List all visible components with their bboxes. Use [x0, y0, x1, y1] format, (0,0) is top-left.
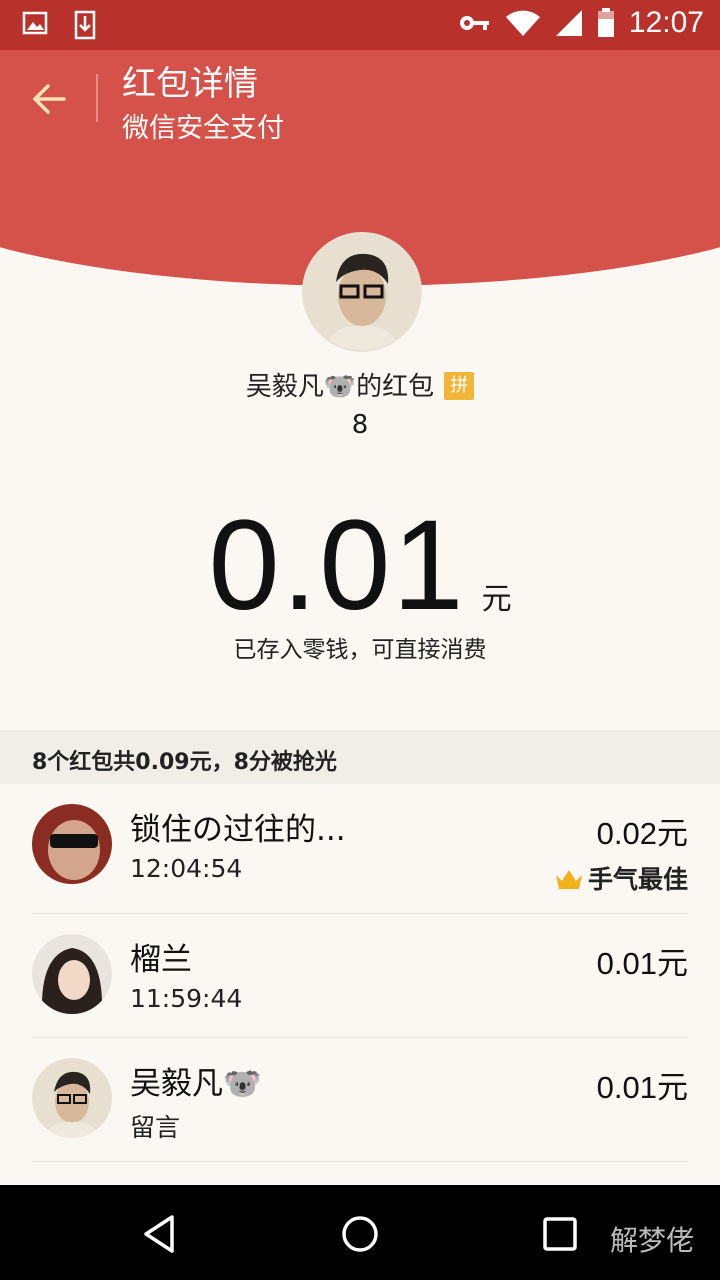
sender-name: 吴毅凡🐨的红包	[245, 372, 435, 402]
battery-icon	[597, 8, 614, 37]
list-item[interactable]: 榴兰 11:59:44 0.01元	[0, 914, 720, 1038]
pin-badge: 拼	[444, 372, 475, 400]
back-triangle-icon[interactable]	[136, 1209, 186, 1259]
recents-square-icon[interactable]	[535, 1209, 585, 1259]
home-circle-icon[interactable]	[335, 1209, 385, 1259]
sender-avatar[interactable]	[302, 232, 422, 352]
summary-text: 8个红包共0.09元，8分被抢光	[32, 750, 337, 775]
avatar-photo-icon	[32, 1058, 112, 1138]
avatar-photo-icon	[304, 234, 420, 350]
navigation-bar: 解梦佬	[0, 1185, 720, 1280]
recipient-list: 锁住の过往的... 12:04:54 0.02元 手气最佳 榴兰 11:59:4…	[0, 784, 720, 1162]
recipient-avatar	[32, 1058, 112, 1138]
summary-bar: 8个红包共0.09元，8分被抢光	[0, 730, 720, 784]
received-amount: 0.01	[208, 494, 466, 637]
best-luck-label: 手气最佳	[587, 865, 688, 894]
recipient-message: 留言	[130, 1113, 181, 1142]
stored-note[interactable]: 已存入零钱，可直接消费	[0, 630, 720, 664]
page-title: 红包详情	[122, 64, 258, 104]
row-divider	[32, 1161, 688, 1162]
recipient-amount: 0.02元	[596, 816, 688, 851]
recipient-avatar	[32, 934, 112, 1014]
amount-unit: 元	[481, 582, 512, 617]
recipient-time: 12:04:54	[130, 854, 243, 883]
recipient-time: 11:59:44	[130, 984, 243, 1013]
crown-icon	[555, 870, 582, 889]
recipient-name: 锁住の过往的...	[130, 812, 346, 848]
packet-count: 8	[351, 410, 369, 440]
key-icon	[459, 16, 489, 30]
watermark: 解梦佬	[609, 1224, 694, 1257]
status-bar: 12:07	[0, 0, 720, 50]
image-icon	[22, 11, 48, 35]
page-subtitle: 微信安全支付	[122, 113, 284, 144]
list-item[interactable]: 吴毅凡🐨 留言 0.01元	[0, 1038, 720, 1162]
avatar-photo-icon	[32, 934, 112, 1014]
recipient-name: 吴毅凡🐨	[130, 1066, 262, 1102]
received-amount-row: 0.01 元	[0, 492, 720, 639]
recipient-amount: 0.01元	[596, 1070, 688, 1105]
header-divider	[96, 74, 98, 122]
sender-name-line: 吴毅凡🐨的红包拼	[0, 366, 720, 403]
status-time: 12:07	[628, 6, 704, 39]
list-item[interactable]: 锁住の过往的... 12:04:54 0.02元 手气最佳	[0, 784, 720, 914]
download-icon	[74, 10, 96, 40]
back-arrow-icon[interactable]	[28, 78, 70, 120]
signal-icon	[555, 10, 582, 36]
recipient-amount: 0.01元	[596, 946, 688, 981]
recipient-name: 榴兰	[130, 942, 192, 978]
avatar-photo-icon	[32, 804, 112, 884]
wifi-icon	[505, 10, 540, 36]
best-luck-badge: 手气最佳	[554, 860, 688, 896]
recipient-avatar	[32, 804, 112, 884]
